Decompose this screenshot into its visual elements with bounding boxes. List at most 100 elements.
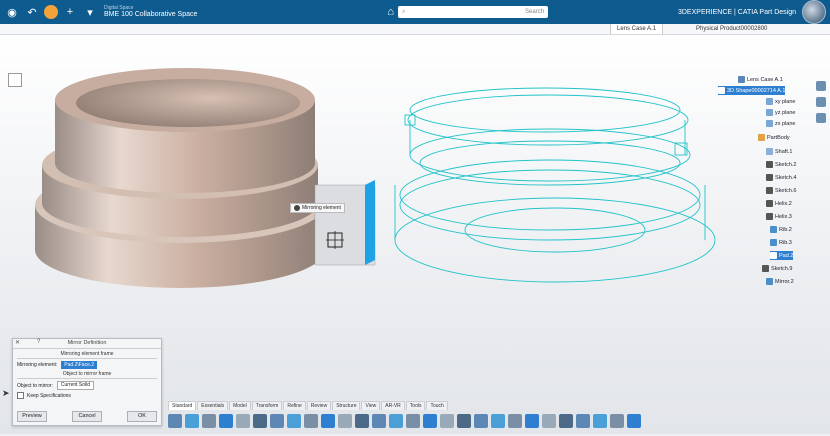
action-bar-tool-icon[interactable] [508,414,522,428]
action-bar-tool-icon[interactable] [287,414,301,428]
tree-item[interactable]: Pad.2 [770,251,794,260]
tree-item[interactable]: Shaft.1 [766,147,792,156]
cancel-button[interactable]: Cancel [72,411,102,422]
compass-menu-icon[interactable]: ◉ [4,4,20,20]
action-bar-tool-icon[interactable] [304,414,318,428]
tree-item[interactable]: Sketch.6 [766,186,796,195]
tree-item[interactable]: zx plane [766,119,796,128]
rib-icon [770,239,777,246]
action-bar-tool-icon[interactable] [593,414,607,428]
right-toolbar [812,75,830,325]
action-bar-tabs: Standard Essentials Model Transform Refine Re… [168,401,449,410]
ok-button[interactable]: OK [127,411,157,422]
tree-item[interactable]: Sketch.4 [766,173,796,182]
shaft-icon [766,148,773,155]
tree-item[interactable]: Sketch.2 [766,160,796,169]
object-to-mirror-field[interactable]: Current Solid [56,381,95,390]
action-bar-tool-icon[interactable] [338,414,352,428]
action-bar-tool-icon[interactable] [525,414,539,428]
collaborative-space-selector[interactable]: Digital Space BME 100 Collaborative Spac… [104,5,197,19]
user-avatar[interactable] [44,5,58,19]
action-bar-tool-icon[interactable] [372,414,386,428]
sketch-icon [766,174,773,181]
mirror-icon [766,278,773,285]
3d-shape-icon [718,87,725,94]
search-icon: ⌕ [402,8,406,15]
tab-physical-product[interactable]: Physical Product00002800 [690,24,773,34]
action-bar-tool-icon[interactable] [168,414,182,428]
help-icon[interactable]: ? [37,339,40,345]
search-input[interactable]: ⌕ Search [398,6,549,18]
tree-item[interactable]: Helix.2 [766,199,792,208]
keep-specifications-checkbox[interactable]: Keep Specifications [17,392,157,399]
chevron-down-icon[interactable]: ▾ [82,4,98,20]
action-bar-tool-icon[interactable] [355,414,369,428]
action-bar-tool-icon[interactable] [389,414,403,428]
settings-icon[interactable] [816,113,826,123]
partbody-icon [758,134,765,141]
action-bar-tool-icon[interactable] [474,414,488,428]
view-icon[interactable] [816,81,826,91]
mirroring-element-tooltip: Mirroring element [290,203,345,213]
action-tab-standard[interactable]: Standard [168,401,197,410]
action-bar-tool-icon[interactable] [576,414,590,428]
mirror-definition-dialog: Mirror Definition ✕ ? Mirroring element … [12,338,162,426]
tree-item[interactable]: Lens Case A.1 [738,75,783,84]
action-bar-tool-icon[interactable] [559,414,573,428]
action-tab-review[interactable]: Review [306,401,332,410]
action-bar-tool-icon[interactable] [423,414,437,428]
3d-compass-icon[interactable] [802,0,826,24]
plane-icon [766,120,773,127]
action-tab-model[interactable]: Model [229,401,251,410]
tree-item[interactable]: Sketch.9 [762,264,792,273]
mirroring-element-field[interactable]: Pad.2\Face.2 [61,361,98,369]
action-tab-touch[interactable]: Touch [426,401,448,410]
action-bar-tool-icon[interactable] [321,414,335,428]
filter-icon[interactable] [816,97,826,107]
action-bar-tool-icon[interactable] [270,414,284,428]
action-tab-essentials[interactable]: Essentials [197,401,229,410]
action-bar-tool-icon[interactable] [440,414,454,428]
tree-item[interactable]: Mirror.2 [766,277,794,286]
tree-item[interactable]: Helix.3 [766,212,792,221]
action-bar-tool-icon[interactable] [627,414,641,428]
action-tab-tools[interactable]: Tools [405,401,426,410]
action-tab-view[interactable]: View [361,401,381,410]
tree-item[interactable]: Rib.2 [770,225,792,234]
dialog-buttons: Preview Cancel OK [17,411,157,422]
action-bar-tool-icon[interactable] [236,414,250,428]
mirroring-element-frame: Mirroring element frame [17,351,157,359]
mirroring-element-label: Mirroring element: [17,362,58,368]
tree-toggle-icon[interactable] [8,73,22,87]
action-bar-tool-icon[interactable] [457,414,471,428]
tree-item[interactable]: xy plane [766,97,796,106]
tree-item[interactable]: Rib.3 [770,238,792,247]
back-icon[interactable]: ↶ [24,4,40,20]
tree-item[interactable]: 3D Shape00002714 A.1 [718,86,786,95]
action-bar-tool-icon[interactable] [219,414,233,428]
tag-icon[interactable]: ⌂ [387,6,394,18]
action-tab-transform[interactable]: Transform [251,401,283,410]
action-bar-tool-icon[interactable] [185,414,199,428]
preview-button[interactable]: Preview [17,411,47,422]
action-tab-structure[interactable]: Structure [332,401,361,410]
action-bar-tool-icon[interactable] [610,414,624,428]
mouse-cursor-icon: ➤ [2,388,10,398]
action-bar-tool-icon[interactable] [491,414,505,428]
search-placeholder: Search [525,9,545,15]
action-tab-refine[interactable]: Refine [283,401,306,410]
action-bar-tool-icon[interactable] [253,414,267,428]
brand: 3DEXPERIENCE | CATIA Part Design [678,0,826,24]
action-bar-tool-icon[interactable] [542,414,556,428]
action-bar-tool-icon[interactable] [202,414,216,428]
tree-item[interactable]: yz plane [766,108,796,117]
add-icon[interactable]: + [62,4,78,20]
action-bar-tool-icon[interactable] [406,414,420,428]
tree-item[interactable]: PartBody [758,133,790,142]
tab-lens-case[interactable]: Lens Case A.1 [610,24,664,34]
action-tab-ar-vr[interactable]: AR-VR [381,401,405,410]
mirror-icon [294,204,300,211]
helix-icon [766,200,773,207]
plane-icon [766,109,773,116]
close-icon[interactable]: ✕ [15,339,20,346]
